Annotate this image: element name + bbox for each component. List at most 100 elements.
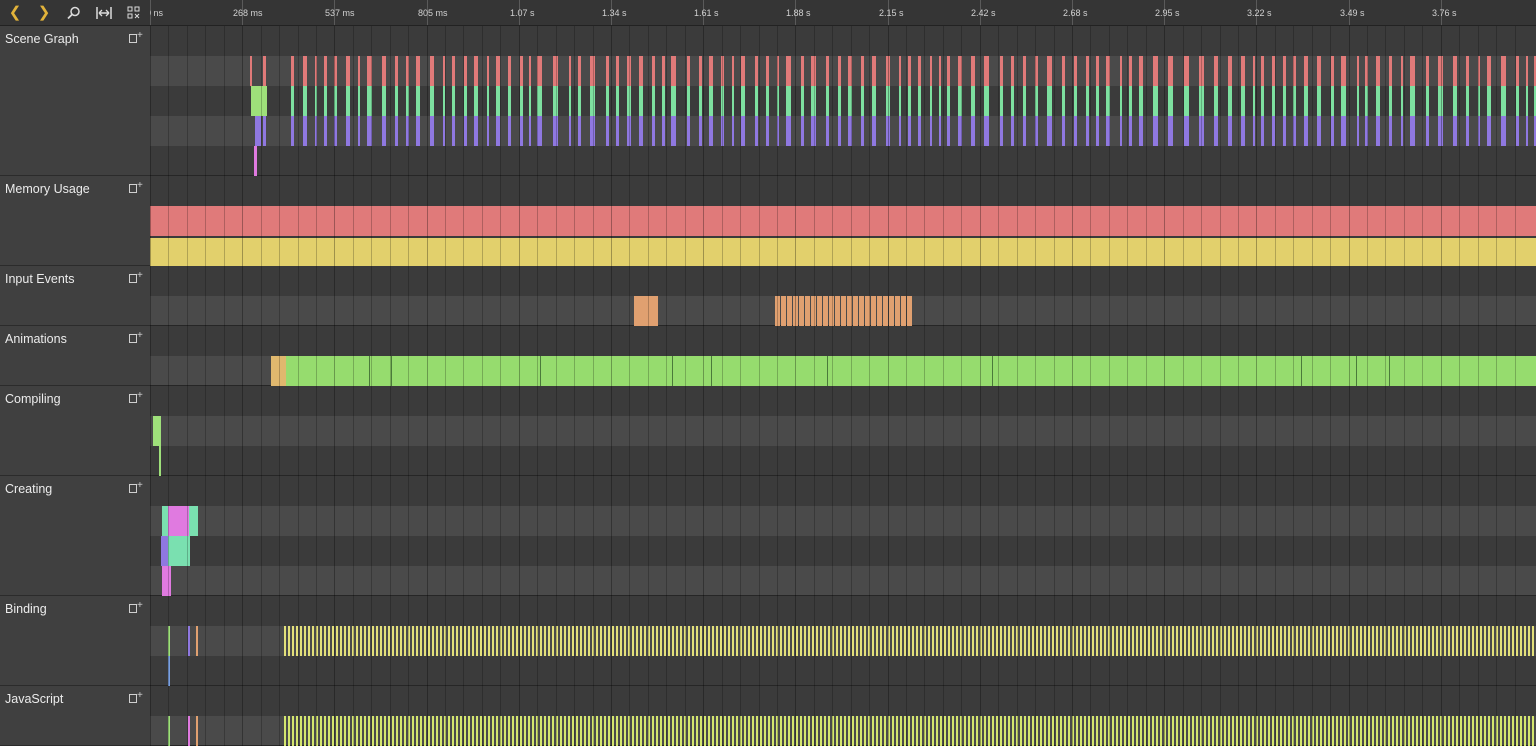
js-event[interactable]	[1252, 716, 1254, 746]
binding-event[interactable]	[540, 626, 542, 656]
frame-event[interactable]	[1283, 86, 1286, 116]
frame-event[interactable]	[861, 116, 864, 146]
js-event[interactable]	[496, 716, 498, 746]
frame-event[interactable]	[662, 116, 665, 146]
js-event[interactable]	[964, 716, 966, 746]
animation-frame-divider[interactable]	[540, 356, 541, 386]
frame-event[interactable]	[1199, 56, 1204, 86]
js-event[interactable]	[1368, 716, 1370, 746]
binding-event[interactable]	[796, 626, 798, 656]
binding-event[interactable]	[1440, 626, 1442, 656]
js-event[interactable]	[340, 716, 342, 746]
js-event[interactable]	[544, 716, 546, 746]
js-event[interactable]	[1024, 716, 1026, 746]
frame-event[interactable]	[1357, 56, 1359, 86]
frame-event[interactable]	[1426, 56, 1429, 86]
js-event[interactable]	[380, 716, 382, 746]
binding-event[interactable]	[1176, 626, 1178, 656]
js-event[interactable]	[956, 716, 958, 746]
binding-event[interactable]	[1360, 626, 1362, 656]
frame-event[interactable]	[1526, 56, 1528, 86]
event-bar[interactable]	[263, 116, 266, 146]
frame-event[interactable]	[346, 86, 350, 116]
js-event[interactable]	[1316, 716, 1318, 746]
binding-event[interactable]	[1472, 626, 1474, 656]
binding-event[interactable]	[552, 626, 554, 656]
js-event[interactable]	[1136, 716, 1138, 746]
binding-event[interactable]	[832, 626, 834, 656]
frame-event[interactable]	[1453, 56, 1457, 86]
js-event[interactable]	[992, 716, 994, 746]
frame-event[interactable]	[671, 116, 676, 146]
frame-event[interactable]	[639, 56, 643, 86]
js-event[interactable]	[1148, 716, 1150, 746]
binding-event[interactable]	[196, 626, 198, 656]
js-event[interactable]	[1396, 716, 1398, 746]
binding-event[interactable]	[1520, 626, 1522, 656]
frame-event[interactable]	[709, 86, 713, 116]
js-event[interactable]	[808, 716, 810, 746]
binding-event[interactable]	[452, 626, 454, 656]
binding-event[interactable]	[440, 626, 442, 656]
frame-event[interactable]	[699, 56, 702, 86]
frame-event[interactable]	[1139, 56, 1143, 86]
js-event[interactable]	[360, 716, 362, 746]
binding-event[interactable]	[1252, 626, 1254, 656]
js-event[interactable]	[1196, 716, 1198, 746]
binding-event[interactable]	[1260, 626, 1262, 656]
binding-event[interactable]	[476, 626, 478, 656]
js-event[interactable]	[568, 716, 570, 746]
frame-event[interactable]	[1283, 56, 1286, 86]
js-event[interactable]	[1144, 716, 1146, 746]
frame-event[interactable]	[464, 56, 467, 86]
frame-event[interactable]	[709, 116, 713, 146]
frame-event[interactable]	[1389, 116, 1392, 146]
binding-event[interactable]	[384, 626, 386, 656]
binding-event[interactable]	[612, 626, 614, 656]
js-event[interactable]	[1512, 716, 1514, 746]
frame-event[interactable]	[1000, 116, 1003, 146]
js-event[interactable]	[444, 716, 446, 746]
binding-event[interactable]	[840, 626, 842, 656]
frame-event[interactable]	[315, 116, 317, 146]
frame-event[interactable]	[487, 86, 489, 116]
expand-category-icon[interactable]: +	[129, 270, 143, 285]
binding-event[interactable]	[744, 626, 746, 656]
binding-event[interactable]	[532, 626, 534, 656]
frame-event[interactable]	[487, 56, 489, 86]
frame-event[interactable]	[334, 116, 337, 146]
binding-event[interactable]	[664, 626, 666, 656]
frame-event[interactable]	[918, 86, 921, 116]
frame-event[interactable]	[1214, 86, 1218, 116]
binding-event[interactable]	[632, 626, 634, 656]
binding-event[interactable]	[760, 626, 762, 656]
frame-event[interactable]	[1341, 116, 1346, 146]
js-event[interactable]	[1028, 716, 1030, 746]
frame-event[interactable]	[1487, 86, 1491, 116]
js-event[interactable]	[896, 716, 898, 746]
js-event[interactable]	[528, 716, 530, 746]
js-event[interactable]	[508, 716, 510, 746]
binding-event[interactable]	[580, 626, 582, 656]
input-event[interactable]	[895, 296, 900, 326]
binding-event[interactable]	[644, 626, 646, 656]
binding-event[interactable]	[1000, 626, 1002, 656]
js-event[interactable]	[1444, 716, 1446, 746]
binding-event[interactable]	[592, 626, 594, 656]
frame-event[interactable]	[886, 116, 890, 146]
frame-event[interactable]	[958, 116, 962, 146]
binding-event[interactable]	[1288, 626, 1290, 656]
frame-event[interactable]	[1074, 116, 1077, 146]
js-event[interactable]	[1032, 716, 1034, 746]
frame-event[interactable]	[443, 56, 445, 86]
binding-event[interactable]	[364, 626, 366, 656]
js-event[interactable]	[588, 716, 590, 746]
frame-event[interactable]	[1253, 116, 1255, 146]
binding-event[interactable]	[1516, 626, 1518, 656]
binding-event[interactable]	[1196, 626, 1198, 656]
frame-event[interactable]	[416, 56, 420, 86]
binding-event[interactable]	[656, 626, 658, 656]
js-event[interactable]	[1448, 716, 1450, 746]
frame-event[interactable]	[291, 56, 294, 86]
expand-category-icon[interactable]: +	[129, 180, 143, 195]
